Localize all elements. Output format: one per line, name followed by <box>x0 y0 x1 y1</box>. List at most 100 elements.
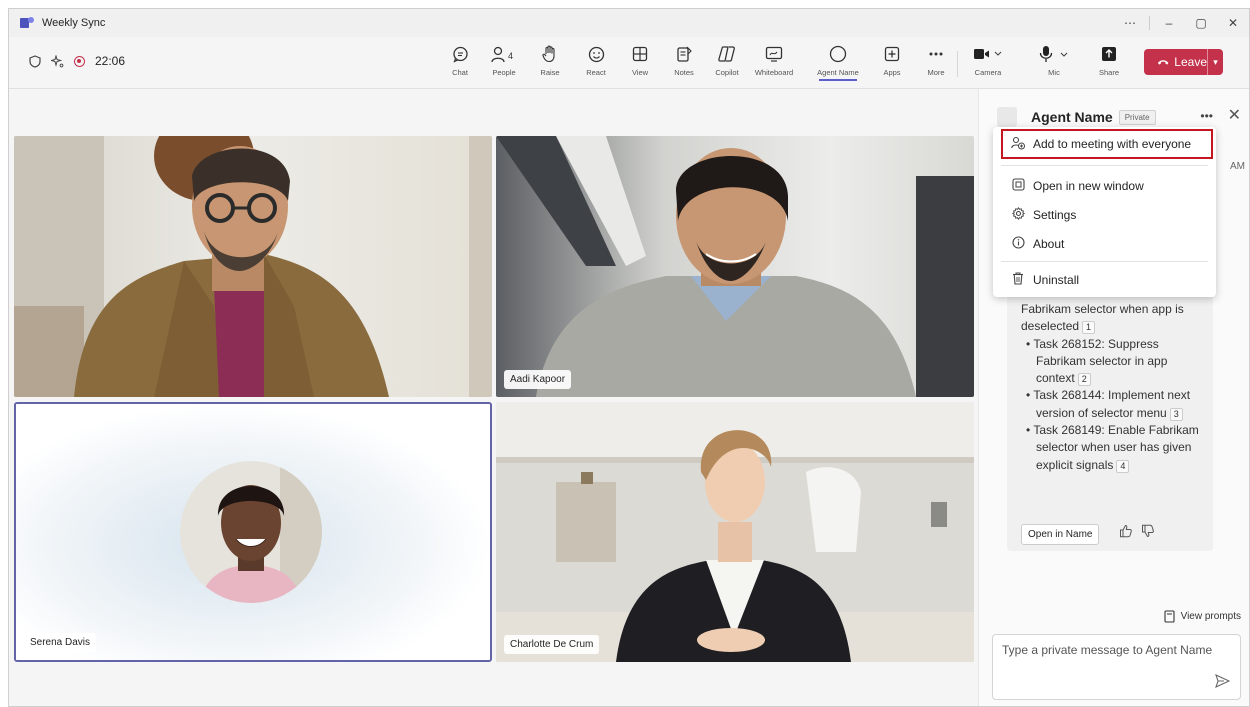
participant-tile-1[interactable] <box>14 136 492 397</box>
share-icon <box>1086 43 1132 65</box>
more-button[interactable]: More <box>913 43 959 77</box>
menu-item-open-new-window[interactable]: Open in new window <box>993 172 1216 200</box>
window-controls: ⋯ – ▢ ✕ <box>1114 9 1249 37</box>
maximize-icon[interactable]: ▢ <box>1185 16 1217 30</box>
thumbs-up-icon[interactable] <box>1119 524 1133 541</box>
window-controls-divider <box>1149 16 1150 30</box>
meeting-status: 22:06 <box>29 54 125 68</box>
recording-icon <box>74 55 85 67</box>
private-badge: Private <box>1118 109 1156 125</box>
camera-button[interactable]: Camera <box>965 43 1011 77</box>
people-button[interactable]: 4 People <box>481 43 527 77</box>
people-label: People <box>492 68 516 77</box>
agent-name-label: Agent Name <box>815 68 861 81</box>
menu-item-label: Settings <box>1033 208 1077 222</box>
agent-icon <box>815 43 861 65</box>
citation-badge[interactable]: 2 <box>1077 373 1091 387</box>
participant-avatar <box>180 461 322 603</box>
react-label: React <box>586 68 606 77</box>
participant-video <box>14 136 492 397</box>
raise-hand-button[interactable]: Raise <box>527 43 573 77</box>
react-button[interactable]: React <box>573 43 619 77</box>
apps-button[interactable]: Apps <box>869 43 915 77</box>
window-more-icon[interactable]: ⋯ <box>1114 16 1146 30</box>
message-line: Fabrikam selector when app is deselected… <box>1021 302 1184 335</box>
menu-divider <box>1001 261 1208 262</box>
open-window-icon <box>1011 178 1025 194</box>
share-label: Share <box>1098 68 1119 77</box>
menu-item-uninstall[interactable]: Uninstall <box>993 266 1216 294</box>
participant-tile-2[interactable]: Aadi Kapoor <box>496 136 974 397</box>
participant-video <box>496 136 974 397</box>
menu-item-label: Add to meeting with everyone <box>1033 137 1192 151</box>
meeting-timer: 22:06 <box>95 54 126 68</box>
menu-item-label: Uninstall <box>1033 273 1080 287</box>
people-count: 4 <box>508 51 513 61</box>
copilot-button[interactable]: Copilot <box>704 43 750 77</box>
participant-tile-3[interactable]: Serena Davis <box>14 402 492 662</box>
chat-button[interactable]: Chat <box>437 43 483 77</box>
thumbs-down-icon[interactable] <box>1141 524 1155 541</box>
message-timestamp: AM <box>1230 161 1245 172</box>
menu-item-settings[interactable]: Settings <box>993 201 1216 229</box>
react-icon <box>573 43 619 65</box>
leave-label: Leave <box>1174 55 1207 69</box>
participant-tile-4[interactable]: Charlotte De Crum <box>496 402 974 662</box>
participant-video <box>496 402 974 662</box>
notes-button[interactable]: Notes <box>661 43 707 77</box>
more-label: More <box>927 68 945 77</box>
citation-badge[interactable]: 1 <box>1082 321 1096 335</box>
apps-label: Apps <box>883 68 901 77</box>
window-title: Weekly Sync <box>42 17 106 29</box>
menu-item-about[interactable]: About <box>993 230 1216 258</box>
teams-logo-icon <box>20 17 34 29</box>
view-prompts-button[interactable]: View prompts <box>1164 610 1241 623</box>
copilot-icon <box>704 43 750 65</box>
menu-divider <box>1001 165 1208 166</box>
citation-badge[interactable]: 3 <box>1169 407 1183 421</box>
whiteboard-button[interactable]: Whiteboard <box>751 43 797 77</box>
add-to-meeting-icon <box>1011 136 1025 153</box>
participant-name-tag: Aadi Kapoor <box>504 370 572 389</box>
leave-button[interactable]: Leave ▾ <box>1144 49 1223 75</box>
menu-item-label: About <box>1033 237 1065 251</box>
people-icon: 4 <box>481 43 527 65</box>
private-message-input[interactable] <box>1002 643 1230 657</box>
close-window-icon[interactable]: ✕ <box>1217 16 1249 30</box>
prompts-book-icon <box>1164 610 1175 623</box>
leave-main[interactable]: Leave <box>1144 49 1207 75</box>
camera-label: Camera <box>974 68 1002 77</box>
whiteboard-icon <box>751 43 797 65</box>
open-in-name-button[interactable]: Open in Name <box>1021 524 1100 545</box>
trash-icon <box>1011 272 1025 288</box>
raise-label: Raise <box>540 68 560 77</box>
menu-item-add-to-meeting[interactable]: Add to meeting with everyone <box>1001 129 1213 159</box>
private-message-compose <box>992 634 1241 700</box>
share-button[interactable]: Share <box>1086 43 1132 77</box>
mic-label: Mic <box>1048 68 1060 77</box>
more-icon <box>913 43 959 65</box>
settings-icon <box>1011 206 1025 223</box>
whiteboard-label: Whiteboard <box>754 68 794 77</box>
citation-badge[interactable]: 4 <box>1116 459 1130 473</box>
shield-icon[interactable] <box>29 54 41 68</box>
minimize-icon[interactable]: – <box>1153 16 1185 30</box>
agent-name-button[interactable]: Agent Name <box>815 43 861 81</box>
view-prompts-label: View prompts <box>1180 611 1241 622</box>
close-panel-icon[interactable]: ✕ <box>1228 105 1241 125</box>
mic-icon <box>1031 43 1077 65</box>
message-bullet: • Task 268144: Implement next version of… <box>1026 388 1191 421</box>
view-button[interactable]: View <box>617 43 663 77</box>
mic-button[interactable]: Mic <box>1031 43 1077 77</box>
sparkle-icon[interactable] <box>51 54 64 68</box>
notes-label: Notes <box>674 68 694 77</box>
message-bullet: • Task 268149: Enable Fabrikam selector … <box>1026 423 1199 473</box>
participant-name-tag: Charlotte De Crum <box>504 635 600 654</box>
panel-more-options-icon[interactable]: ••• <box>1200 109 1213 123</box>
send-icon[interactable] <box>1215 673 1231 691</box>
notes-icon <box>661 43 707 65</box>
meeting-toolbar: 22:06 Chat 4 People Raise React View Not… <box>9 37 1249 89</box>
agent-message-body: Fabrikam selector when app is deselected… <box>1021 301 1201 474</box>
title-bar: Weekly Sync ⋯ – ▢ ✕ <box>9 9 1249 37</box>
leave-dropdown-chevron-icon[interactable]: ▾ <box>1207 49 1223 75</box>
